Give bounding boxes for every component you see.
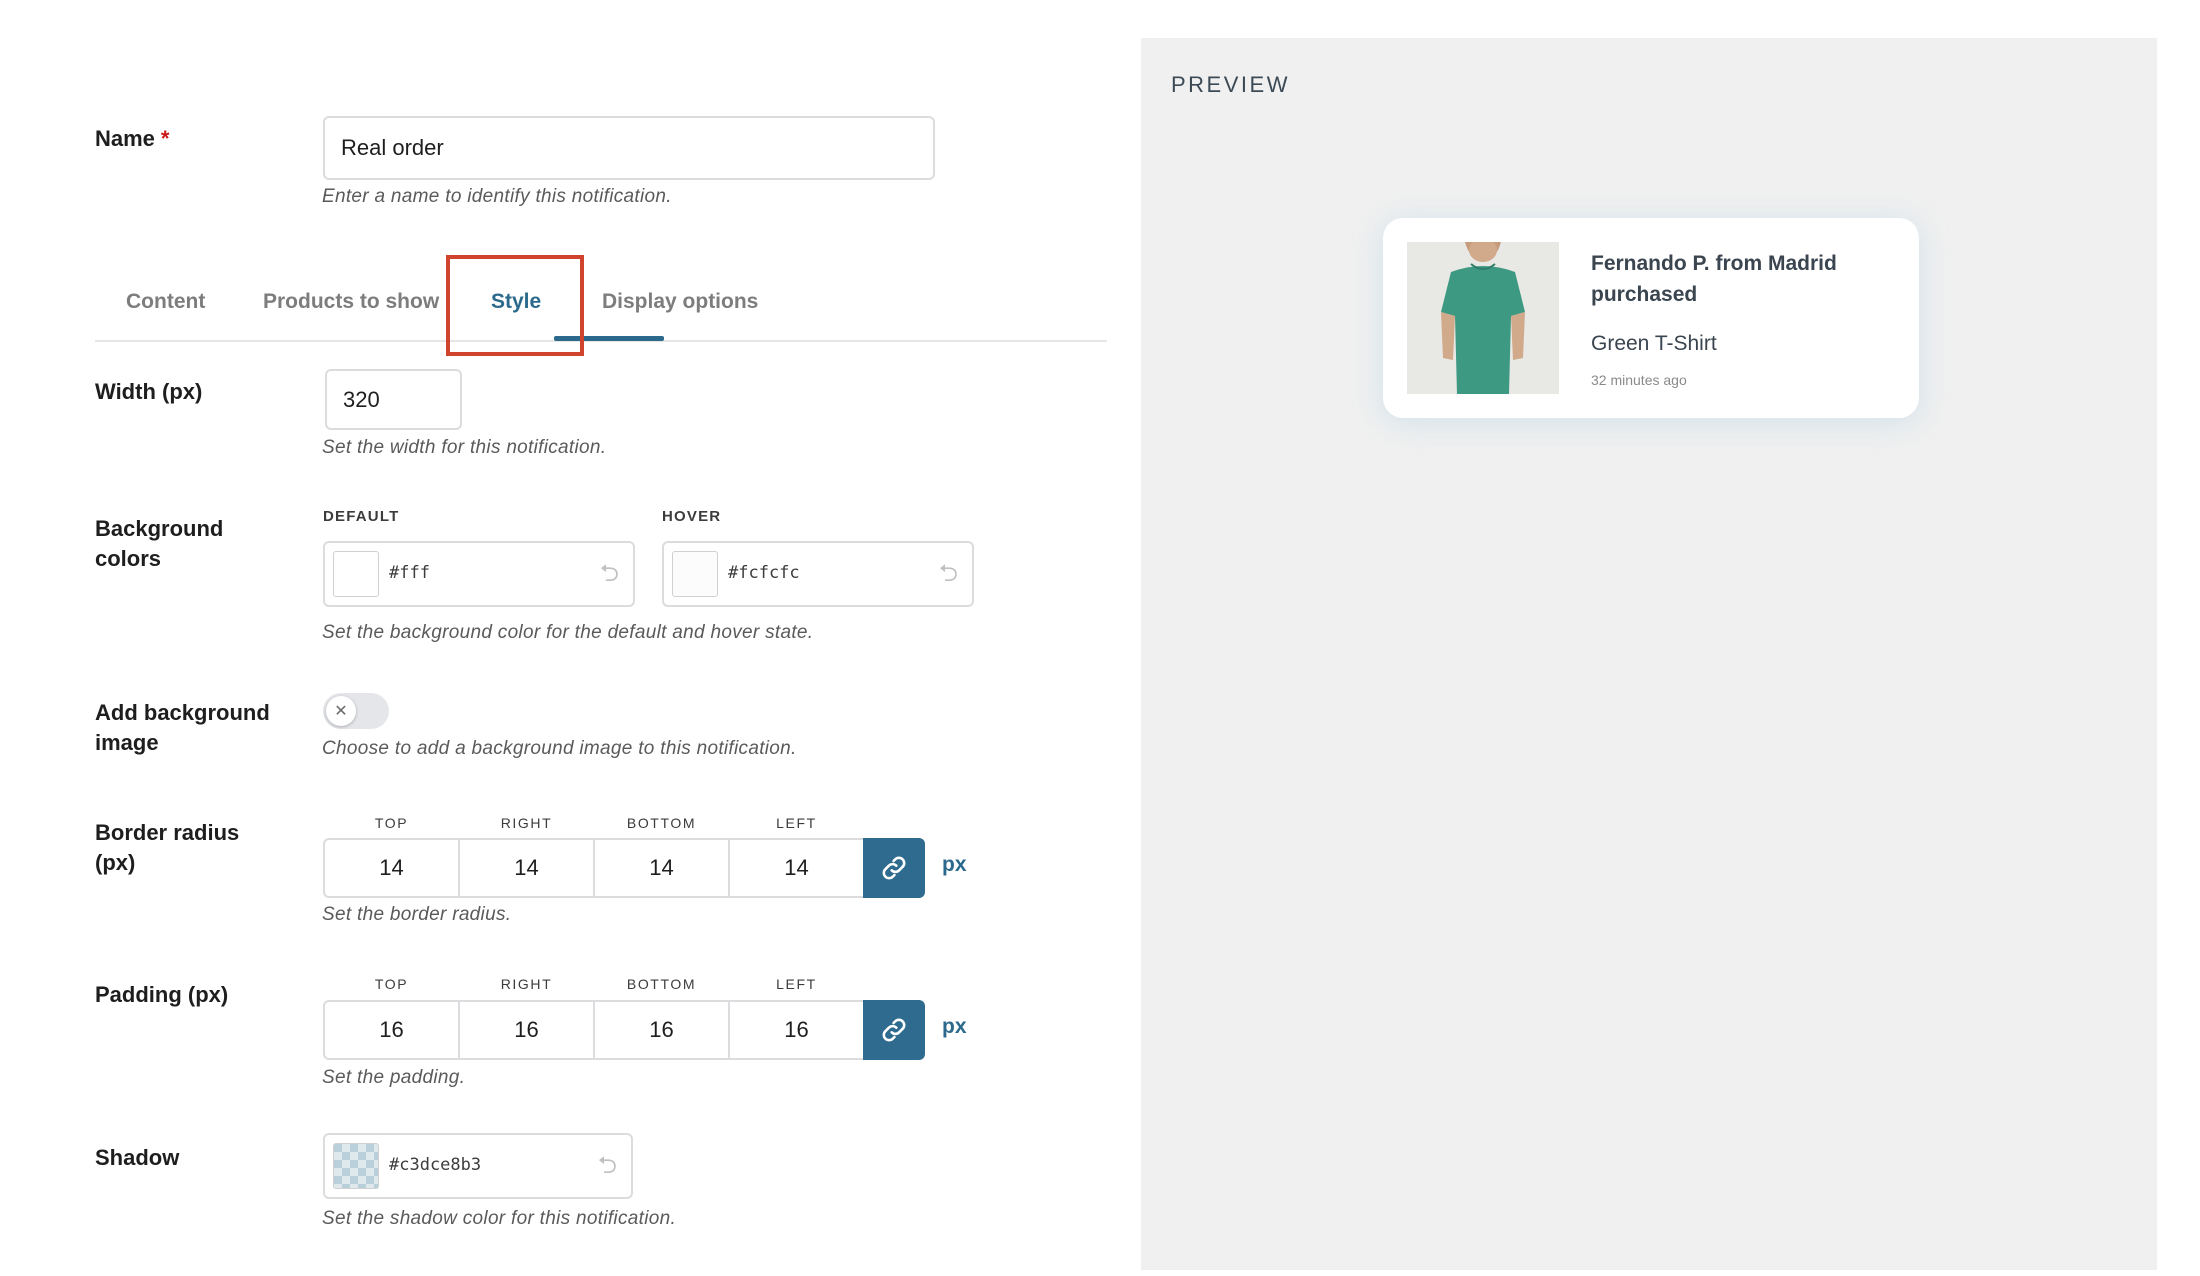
product-image <box>1407 242 1559 394</box>
hover-color-swatch[interactable] <box>672 551 718 597</box>
padding-left-head: LEFT <box>776 976 817 992</box>
notification-product: Green T-Shirt <box>1591 332 1717 355</box>
shadow-help: Set the shadow color for this notificati… <box>322 1208 677 1229</box>
link-icon <box>882 1018 906 1042</box>
preview-panel: PREVIEW Fernando P. from Madrid purchase… <box>1141 38 2157 1270</box>
border-radius-inputs: 14 14 14 14 <box>323 838 925 898</box>
padding-top-input[interactable]: 16 <box>323 1000 460 1060</box>
notification-title: Fernando P. from Madrid purchased <box>1591 252 1837 306</box>
border-radius-top-head: TOP <box>374 815 409 831</box>
hover-color-head: HOVER <box>662 508 722 525</box>
padding-label: Padding (px) <box>95 982 229 1007</box>
tab-content[interactable]: Content <box>126 290 205 314</box>
highlight-box <box>446 255 584 356</box>
padding-inputs: 16 16 16 16 <box>323 1000 925 1060</box>
border-radius-unit: px <box>942 853 967 876</box>
default-color-head: DEFAULT <box>323 508 400 525</box>
background-image-help: Choose to add a background image to this… <box>322 738 797 759</box>
padding-right-input[interactable]: 16 <box>458 1000 595 1060</box>
border-radius-right-input[interactable]: 14 <box>458 838 595 898</box>
border-radius-label: Border radius (px) <box>95 820 240 875</box>
undo-icon[interactable]: ⮌ <box>600 561 619 587</box>
border-radius-top-input[interactable]: 14 <box>323 838 460 898</box>
hover-color-value: #fcfcfc <box>728 563 800 583</box>
padding-left-input[interactable]: 16 <box>728 1000 865 1060</box>
padding-right-head: RIGHT <box>500 976 553 992</box>
background-image-toggle[interactable]: ✕ <box>323 693 389 729</box>
border-radius-help: Set the border radius. <box>322 904 512 925</box>
padding-unit: px <box>942 1015 967 1038</box>
link-values-button[interactable] <box>863 838 925 898</box>
name-help: Enter a name to identify this notificati… <box>322 186 672 207</box>
hover-color-field[interactable]: #fcfcfc ⮌ <box>662 541 974 607</box>
border-radius-bottom-input[interactable]: 14 <box>593 838 730 898</box>
default-color-value: #fff <box>389 563 430 583</box>
padding-help: Set the padding. <box>322 1067 466 1088</box>
width-label: Width (px) <box>95 379 203 404</box>
background-image-label: Add background image <box>95 700 270 755</box>
shadow-color-swatch[interactable] <box>333 1143 379 1189</box>
preview-title: PREVIEW <box>1171 72 1290 97</box>
padding-top-head: TOP <box>374 976 409 992</box>
tab-display-options[interactable]: Display options <box>602 290 758 314</box>
required-mark: * <box>160 126 170 151</box>
padding-bottom-input[interactable]: 16 <box>593 1000 730 1060</box>
tab-products-to-show[interactable]: Products to show <box>263 290 439 314</box>
undo-icon[interactable]: ⮌ <box>939 561 958 587</box>
width-help: Set the width for this notification. <box>322 437 607 458</box>
width-input[interactable]: 320 <box>325 369 462 430</box>
background-colors-label: Background colors <box>95 516 224 571</box>
default-color-field[interactable]: #fff ⮌ <box>323 541 635 607</box>
link-values-button[interactable] <box>863 1000 925 1060</box>
undo-icon[interactable]: ⮌ <box>598 1153 617 1179</box>
shadow-label: Shadow <box>95 1145 180 1170</box>
notification-preview: Fernando P. from Madrid purchased Green … <box>1383 218 1919 418</box>
name-label: Name * <box>95 126 170 151</box>
default-color-swatch[interactable] <box>333 551 379 597</box>
border-radius-left-input[interactable]: 14 <box>728 838 865 898</box>
shadow-color-value: #c3dce8b3 <box>389 1155 482 1175</box>
tab-bar: Content Products to show Style Display o… <box>95 254 1107 342</box>
link-icon <box>882 856 906 880</box>
close-icon: ✕ <box>326 696 356 726</box>
notification-time: 32 minutes ago <box>1591 372 1687 388</box>
border-radius-left-head: LEFT <box>776 815 817 831</box>
border-radius-right-head: RIGHT <box>500 815 553 831</box>
shadow-color-field[interactable]: #c3dce8b3 ⮌ <box>323 1133 633 1199</box>
border-radius-bottom-head: BOTTOM <box>626 815 697 831</box>
padding-bottom-head: BOTTOM <box>626 976 697 992</box>
background-colors-help: Set the background color for the default… <box>322 622 814 643</box>
name-input[interactable]: Real order <box>323 116 935 180</box>
